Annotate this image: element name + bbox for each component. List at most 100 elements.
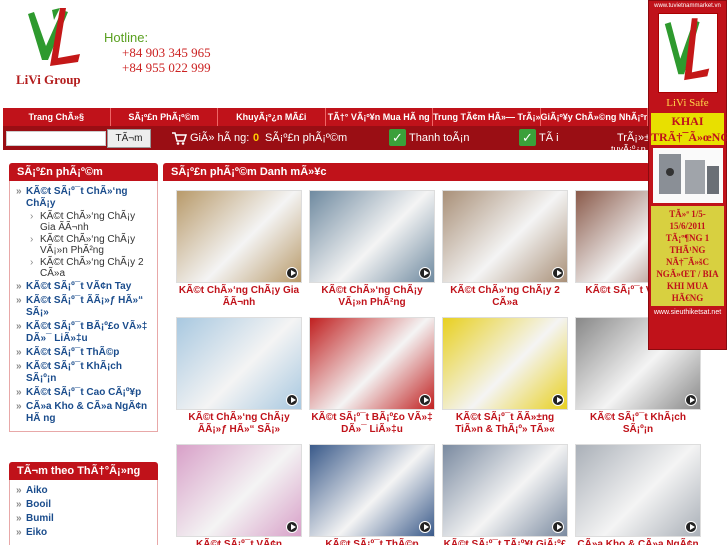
product-caption[interactable]: KÃ©t SÃ¡º¯t BÃ¡º£o VÃ»‡ DÃ»¯ LiÃ»‡u	[309, 412, 435, 436]
banner-name: LiVi Safe	[666, 97, 709, 109]
banner-url-bottom: www.sieuthiketsat.net	[653, 309, 722, 316]
sidebar-item-data-protection[interactable]: KÃ©t SÃ¡º¯t BÃ¡º£o VÃ»‡ DÃ»¯ LiÃ»‡u	[16, 321, 153, 345]
nav-products[interactable]: SÃ¡º£n PhÃ¡º©m	[111, 108, 218, 126]
sidebar-title: SÃ¡º£n phÃ¡º©m	[9, 163, 158, 181]
payment-link[interactable]: Thanh toÃ¡n	[409, 132, 470, 144]
product-card[interactable]: KÃ©t SÃ¡º¯t VÃ¢n TÃ†°Ã¡»ng	[176, 444, 302, 545]
banner-headline: KHAI TRÃ†¯Ã»œNG	[651, 113, 727, 145]
product-image[interactable]	[309, 444, 435, 537]
product-card[interactable]: KÃ©t SÃ¡º¯t ÃÃ»±ng TiÃ»n & ThÃ¡º» TÃ»«	[442, 317, 568, 436]
safe-icon	[658, 154, 719, 194]
sidebar-item-fingerprint[interactable]: KÃ©t SÃ¡º¯t VÃ¢n Tay	[16, 281, 153, 293]
promo-line: NÃ†¯Ã»šC NGÃ»ŒT / BIA	[656, 257, 719, 279]
nav-support-center[interactable]: Trung TÃ¢m HÃ»— TrÃ¡»£	[433, 108, 541, 126]
product-card[interactable]: KÃ©t ChÃ»‘ng ChÃ¡y 2 CÃ»a	[442, 190, 568, 309]
play-icon[interactable]	[552, 521, 564, 533]
product-card[interactable]: KÃ©t ChÃ»‘ng ChÃ¡y ÃÃ¡»ƒ HÃ»“ SÃ¡»	[176, 317, 302, 436]
product-image[interactable]	[309, 317, 435, 410]
hotline-label: Hotline:	[104, 30, 149, 45]
nav-home[interactable]: Trang ChÃ»§	[3, 108, 111, 126]
brand-item[interactable]: Booil	[16, 499, 153, 511]
brands-body: Aiko Booil Bumil Eiko	[9, 480, 158, 545]
product-caption[interactable]: KÃ©t SÃ¡º¯t TÃ¡º¥t GiÃ¡º£	[442, 539, 568, 545]
brand-item[interactable]: Aiko	[16, 485, 153, 497]
product-caption[interactable]: KÃ©t ChÃ»‘ng ChÃ¡y Gia ÃÃ¬nh	[176, 285, 302, 309]
sidebar-subitem-home[interactable]: KÃ©t ChÃ»‘ng ChÃ¡y Gia ÃÃ¬nh	[16, 211, 153, 233]
promo-line: TÃ»ª 1/5-15/6/2011	[669, 209, 706, 231]
product-caption[interactable]: KÃ©t SÃ¡º¯t ThÃ©p	[309, 539, 435, 545]
product-card[interactable]: KÃ©t SÃ¡º¯t ThÃ©p	[309, 444, 435, 545]
sidebar-brands: TÃ¬m theo ThÃ†°Ã¡»ng Aiko Booil Bumil Ei…	[9, 462, 158, 545]
product-caption[interactable]: KÃ©t SÃ¡º¯t KhÃ¡ch SÃ¡º¡n	[575, 412, 701, 436]
nav-promotions[interactable]: KhuyÃ¡º¿n MÃ£i	[218, 108, 326, 126]
nav-certificates[interactable]: GiÃ¡º¥y ChÃ»©ng NhÃ¡º­n	[541, 108, 648, 126]
promo-line: KHI MUA HÃ€NG	[666, 281, 709, 303]
product-image[interactable]	[176, 190, 302, 283]
sidebar-item-fireproof-safe[interactable]: KÃ©t SÃ¡º¯t ChÃ»‘ng ChÃ¡y	[16, 186, 153, 210]
search-input[interactable]	[6, 131, 106, 146]
livi-logo-mark	[664, 18, 709, 81]
banner-url: www.tuvietnammarket.vn	[654, 3, 721, 9]
brand-item[interactable]: Eiko	[16, 527, 153, 539]
search-bar: TÃ¬m GiÃ» hÃ ng: 0 SÃ¡º£n phÃ¡º©m ✓ Than…	[3, 126, 650, 154]
promo-banner[interactable]: www.tuvietnammarket.vn LiVi Safe KHAI TR…	[648, 0, 727, 350]
sidebar-item-vault-doors[interactable]: CÃ»a Kho & CÃ»a NgÃ¢n HÃ ng	[16, 401, 153, 425]
site-header: LiVi Group Hotline: +84 903 345 965 +84 …	[0, 0, 727, 108]
product-image[interactable]	[442, 190, 568, 283]
play-icon[interactable]	[552, 267, 564, 279]
cart-label: GiÃ» hÃ ng:	[190, 132, 250, 144]
main-title: SÃ¡º£n phÃ¡º©m Danh mÃ»¥c	[163, 163, 650, 181]
product-card[interactable]: KÃ©t SÃ¡º¯t TÃ¡º¥t GiÃ¡º£	[442, 444, 568, 545]
hotline-phone-2[interactable]: +84 955 022 999	[122, 60, 211, 75]
product-caption[interactable]: KÃ©t SÃ¡º¯t ÃÃ»±ng TiÃ»n & ThÃ¡º» TÃ»«	[442, 412, 568, 436]
product-image[interactable]	[176, 444, 302, 537]
sidebar-item-hotel[interactable]: KÃ©t SÃ¡º¯t KhÃ¡ch SÃ¡º¡n	[16, 361, 153, 385]
sidebar-products: SÃ¡º£n phÃ¡º©m KÃ©t SÃ¡º¯t ChÃ»‘ng ChÃ¡y…	[9, 163, 158, 432]
product-card[interactable]: KÃ©t SÃ¡º¯t BÃ¡º£o VÃ»‡ DÃ»¯ LiÃ»‡u	[309, 317, 435, 436]
product-card[interactable]: KÃ©t ChÃ»‘ng ChÃ¡y VÃ¡»n PhÃ²ng	[309, 190, 435, 309]
product-image[interactable]	[176, 317, 302, 410]
checkmark-icon: ✓	[389, 129, 406, 146]
sidebar-item-premium[interactable]: KÃ©t SÃ¡º¯t Cao CÃ¡º¥p	[16, 387, 153, 399]
product-image[interactable]	[575, 444, 701, 537]
play-icon[interactable]	[419, 267, 431, 279]
hotline: Hotline: +84 903 345 965 +84 955 022 999	[104, 30, 211, 75]
extra-link[interactable]: TrÃ¡»±	[617, 132, 650, 144]
play-icon[interactable]	[685, 394, 697, 406]
sidebar-item-steel[interactable]: KÃ©t SÃ¡º¯t ThÃ©p	[16, 347, 153, 359]
search-button[interactable]: TÃ¬m	[107, 129, 151, 148]
tai-link[interactable]: TÃ i	[539, 132, 559, 144]
product-caption[interactable]: KÃ©t ChÃ»‘ng ChÃ¡y ÃÃ¡»ƒ HÃ»“ SÃ¡»	[176, 412, 302, 436]
cart-icon[interactable]	[171, 130, 187, 146]
sidebar-subitem-office[interactable]: KÃ©t ChÃ»‘ng ChÃ¡y VÃ¡»n PhÃ²ng	[16, 234, 153, 256]
product-image[interactable]	[442, 444, 568, 537]
play-icon[interactable]	[552, 394, 564, 406]
product-caption[interactable]: KÃ©t ChÃ»‘ng ChÃ¡y VÃ¡»n PhÃ²ng	[309, 285, 435, 309]
product-caption[interactable]: KÃ©t SÃ¡º¯t VÃ¢n TÃ†°Ã¡»ng	[176, 539, 302, 545]
nav-buying-advice[interactable]: TÃ†° VÃ¡º¥n Mua HÃ ng	[326, 108, 433, 126]
livi-logo[interactable]: LiVi Group	[16, 6, 92, 90]
play-icon[interactable]	[286, 521, 298, 533]
product-image[interactable]	[442, 317, 568, 410]
sidebar-subitem-two-door[interactable]: KÃ©t ChÃ»‘ng ChÃ¡y 2 CÃ»a	[16, 257, 153, 279]
play-icon[interactable]	[286, 394, 298, 406]
sidebar-body: KÃ©t SÃ¡º¯t ChÃ»‘ng ChÃ¡y KÃ©t ChÃ»‘ng C…	[9, 181, 158, 432]
extra-link-2[interactable]: tuyÃ¡º¿n	[611, 144, 646, 154]
play-icon[interactable]	[685, 521, 697, 533]
sidebar-item-records[interactable]: KÃ©t SÃ¡º¯t ÃÃ¡»ƒ HÃ»“ SÃ¡»	[16, 295, 153, 319]
play-icon[interactable]	[286, 267, 298, 279]
product-card[interactable]: KÃ©t ChÃ»‘ng ChÃ¡y Gia ÃÃ¬nh	[176, 190, 302, 309]
brands-title: TÃ¬m theo ThÃ†°Ã¡»ng	[9, 462, 158, 480]
main-nav: Trang ChÃ»§ SÃ¡º£n PhÃ¡º©m KhuyÃ¡º¿n MÃ£…	[3, 108, 648, 126]
play-icon[interactable]	[419, 521, 431, 533]
promo-line: TÃ¡º¶NG 1 THÃ¹NG	[665, 233, 710, 255]
cart-count: 0	[253, 132, 260, 144]
product-image[interactable]	[309, 190, 435, 283]
product-caption[interactable]: CÃ»a Kho & CÃ»a NgÃ¢n	[575, 539, 701, 545]
product-card[interactable]: CÃ»a Kho & CÃ»a NgÃ¢n	[575, 444, 701, 545]
brand-item[interactable]: Bumil	[16, 513, 153, 525]
play-icon[interactable]	[419, 394, 431, 406]
hotline-phone-1[interactable]: +84 903 345 965	[122, 45, 211, 60]
livi-logo-mark	[28, 8, 80, 66]
product-caption[interactable]: KÃ©t ChÃ»‘ng ChÃ¡y 2 CÃ»a	[442, 285, 568, 309]
